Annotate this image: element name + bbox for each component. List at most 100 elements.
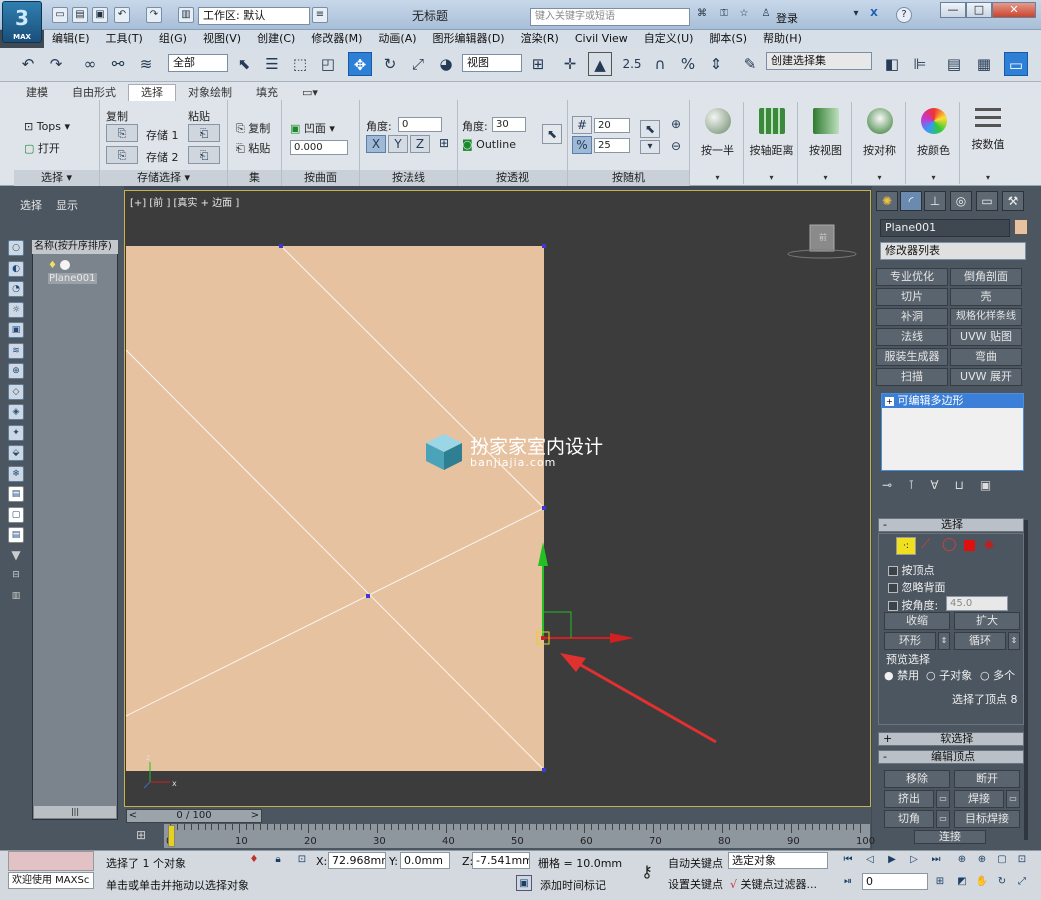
pivot-center-icon[interactable]: ⊞ (526, 52, 550, 76)
object-name-field[interactable]: Plane001 (880, 219, 1010, 237)
copy-store1-icon[interactable]: ⎘ (106, 124, 138, 142)
menu-views[interactable]: 视图(V) (195, 30, 249, 48)
scene-item[interactable]: ♦ Plane001 (48, 258, 116, 284)
current-frame-field[interactable]: 0 (862, 873, 928, 890)
utilities-tab-icon[interactable]: ⚒ (1002, 191, 1024, 211)
open-button[interactable]: ▢ 打开 (24, 140, 60, 156)
select-symmetry-button[interactable]: 按对称 ▾ (854, 102, 906, 184)
bind-spacewarp-icon[interactable]: ≋ (134, 52, 158, 76)
minimize-button[interactable]: — (940, 2, 966, 18)
set-key-icon[interactable]: ⚷ (634, 852, 660, 892)
outline-toggle[interactable]: ◙ Outline (462, 138, 516, 151)
scroll-thumb[interactable]: ||| (71, 807, 79, 816)
modifier-stack[interactable]: + 可编辑多边形 (881, 393, 1024, 471)
random-select-icon[interactable]: ⬉ (640, 120, 660, 138)
mini-curve-editor-icon[interactable]: ⊞ (136, 828, 146, 842)
select-by-numeric-button[interactable]: 按数值 ▾ (962, 102, 1014, 184)
preview-disable-radio[interactable]: ● 禁用 (884, 667, 919, 683)
ring-button[interactable]: 环形 (884, 632, 936, 650)
axis-x-button[interactable]: X (366, 135, 386, 153)
track-bar[interactable]: 0102030405060708090100 (164, 824, 875, 848)
target-weld-button[interactable]: 目标焊接 (954, 810, 1020, 828)
object-color-swatch[interactable] (1014, 219, 1028, 235)
select-by-view-button[interactable]: 按视图 ▾ (800, 102, 852, 184)
edge-mode-icon[interactable]: ⟋ (921, 537, 930, 552)
key-selection-dropdown[interactable]: 选定对象 (728, 852, 828, 869)
vertex[interactable] (542, 244, 546, 248)
layer-manager-icon[interactable]: ▤ (942, 52, 966, 76)
random-shrink-icon[interactable]: ⊖ (666, 138, 686, 156)
undo-icon[interactable]: ↶ (16, 52, 40, 76)
loop-button[interactable]: 循环 (954, 632, 1006, 650)
modifier-pro-optimizer[interactable]: 专业优化 (876, 268, 948, 286)
weld-settings-icon[interactable]: ▭ (1006, 790, 1020, 808)
menu-modifiers[interactable]: 修改器(M) (303, 30, 370, 48)
maximize-viewport-icon[interactable]: ⤢ (1014, 874, 1030, 890)
scene-list-header[interactable]: 名称(按升序排序) (32, 240, 118, 254)
absolute-mode-icon[interactable]: ⊡ (294, 852, 310, 868)
break-vertex-button[interactable]: 断开 (954, 770, 1020, 788)
random-percent-spinner[interactable]: 25 (594, 138, 630, 153)
random-grow-icon[interactable]: ⊕ (666, 116, 686, 134)
modifier-normal[interactable]: 法线 (876, 328, 948, 346)
concave-spinner[interactable]: 0.000 (290, 140, 348, 155)
placement-icon[interactable]: ◕ (434, 52, 458, 76)
modifier-garment-maker[interactable]: 服装生成器 (876, 348, 948, 366)
rollout-edit-vertices-header[interactable]: - 编辑顶点 (878, 750, 1024, 764)
menu-tools[interactable]: 工具(T) (98, 30, 151, 48)
time-cursor[interactable] (168, 825, 175, 847)
select-move-icon[interactable]: ✥ (348, 52, 372, 76)
paste-store1-icon[interactable]: ⎗ (188, 124, 220, 142)
window-crossing-icon[interactable]: ◰ (316, 52, 340, 76)
display-tab-icon[interactable]: ▭ (976, 191, 998, 211)
vertex[interactable] (542, 506, 546, 510)
expand-plus-icon[interactable]: + (885, 396, 894, 406)
binoculars-icon[interactable]: ⌘ (694, 7, 710, 23)
menu-scripting[interactable]: 脚本(S) (701, 30, 755, 48)
go-to-end-icon[interactable]: ⏭ (928, 852, 944, 868)
menu-group[interactable]: 组(G) (151, 30, 195, 48)
named-selection-dropdown[interactable]: 创建选择集 (766, 52, 872, 70)
menu-help[interactable]: 帮助(H) (755, 30, 810, 48)
isolate-selection-icon[interactable]: ♦ (246, 852, 262, 868)
border-mode-icon[interactable]: ◯ (942, 537, 957, 552)
subscription-icon[interactable]: ⚿ (716, 7, 732, 23)
preview-multiple-radio[interactable]: ○ 多个 (980, 667, 1015, 683)
open-file-icon[interactable]: ▤ (72, 7, 88, 23)
hierarchy-icon[interactable]: ▥ (8, 589, 24, 605)
maxscript-listener-pink[interactable] (8, 851, 94, 871)
percent-snap-icon[interactable]: % (676, 52, 700, 76)
layers-icon[interactable]: ⊟ (8, 568, 24, 584)
paste-store2-icon[interactable]: ⎗ (188, 146, 220, 164)
display-containers-icon[interactable]: ⬙ (8, 445, 24, 461)
tab-scene-display[interactable]: 显示 (56, 197, 78, 213)
concave-dropdown[interactable]: ▣ 凹面 ▾ (290, 120, 335, 136)
copy-store2-icon[interactable]: ⎘ (106, 146, 138, 164)
zoom-extents-icon[interactable]: ▢ (994, 852, 1010, 868)
display-none-icon[interactable]: ○ (8, 240, 24, 256)
ignore-backfacing-check[interactable] (888, 583, 898, 593)
modifier-slice[interactable]: 切片 (876, 288, 948, 306)
display-shapes-icon[interactable]: ◔ (8, 281, 24, 297)
selection-filter-dropdown[interactable]: 全部 (168, 54, 228, 72)
chamfer-vertex-button[interactable]: 切角 (884, 810, 934, 828)
redo-icon[interactable]: ↷ (44, 52, 68, 76)
by-angle-spinner[interactable]: 45.0 (946, 596, 1008, 611)
workspace-dropdown[interactable]: 工作区: 默认 (198, 7, 310, 25)
hierarchy-tab-icon[interactable]: ⊥ (924, 191, 946, 211)
modifier-bevel-profile[interactable]: 倒角剖面 (950, 268, 1022, 286)
zoom-all-icon[interactable]: ⊕ (974, 852, 990, 868)
persp-select-icon[interactable]: ⬉ (542, 124, 562, 144)
weld-vertex-button[interactable]: 焊接 (954, 790, 1004, 808)
ring-spinner-icon[interactable]: ⇕ (938, 632, 950, 650)
close-button[interactable]: ✕ (992, 2, 1036, 18)
select-by-color-button[interactable]: 按颜色 ▾ (908, 102, 960, 184)
time-config-icon[interactable]: ⊞ (932, 874, 948, 890)
normal-grid-icon[interactable]: ⊞ (434, 135, 454, 153)
configure-sets-icon[interactable]: ▣ (980, 478, 1007, 492)
axis-z-button[interactable]: Z (410, 135, 430, 153)
by-vertex-checkbox[interactable]: 按顶点 (888, 562, 935, 578)
time-slider[interactable]: <0 / 100 > (126, 809, 262, 823)
tab-populate[interactable]: 填充 (244, 85, 290, 101)
manipulate-icon[interactable]: ✛ (558, 52, 582, 76)
